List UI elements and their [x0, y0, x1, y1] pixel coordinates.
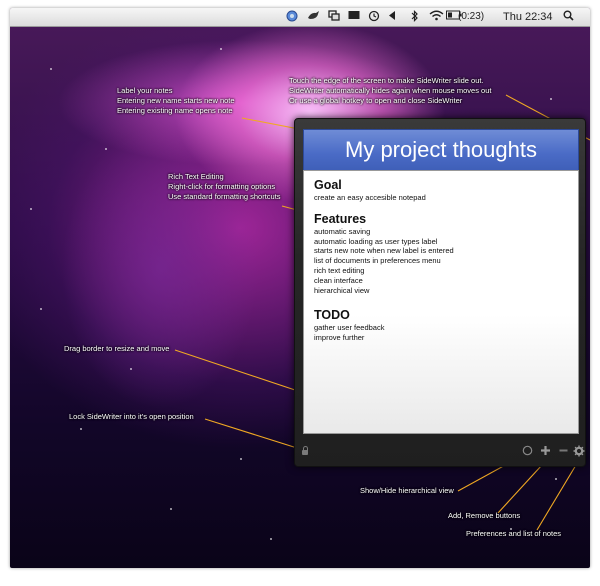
richtext-annotation-line-3: Use standard formatting shortcuts [168, 192, 281, 201]
desktop: (0:23) Thu 22:34 Label your notes Enteri… [10, 8, 590, 568]
hier-annotation: Show/Hide hierarchical view [360, 486, 454, 495]
todo-line: improve further [314, 333, 365, 343]
lock-annotation: Lock SideWriter into it's open position [69, 412, 194, 421]
feature-line: automatic loading as user types label [314, 236, 438, 246]
prefs-annotation: Preferences and list of notes [466, 529, 562, 538]
app-icon[interactable] [286, 10, 298, 24]
prefs-annotation-line [536, 464, 577, 531]
gear-icon[interactable] [573, 445, 585, 457]
drag-annotation: Drag border to resize and move [64, 344, 170, 353]
label-annotation-line-1: Label your notes [117, 86, 173, 95]
section-heading-todo: TODO [314, 308, 350, 323]
add-note-icon[interactable] [539, 445, 551, 457]
sidewriter-window[interactable]: My project thoughts Goal create an easy … [294, 118, 586, 467]
feature-line: rich text editing [314, 265, 365, 275]
feature-line: automatic saving [314, 226, 371, 236]
note-content[interactable]: Goal create an easy accesible notepad Fe… [314, 175, 572, 343]
remove-note-icon[interactable] [557, 445, 569, 457]
richtext-annotation: Rich Text Editing Right-click for format… [168, 172, 281, 202]
menu-clock[interactable]: Thu 22:34 [503, 10, 553, 24]
screens-icon[interactable] [328, 10, 340, 24]
time-machine-icon[interactable] [368, 10, 380, 24]
richtext-annotation-line-1: Rich Text Editing [168, 172, 224, 181]
section-heading-features: Features [314, 211, 367, 226]
lock-icon[interactable] [302, 446, 308, 455]
battery-time: (0:23) [458, 11, 485, 22]
label-annotation-line-2: Entering new name starts new note [117, 96, 235, 105]
label-annotation-line-3: Entering existing name opens note [117, 106, 233, 115]
addremove-annotation-line [497, 464, 543, 514]
label-annotation: Label your notes Entering new name start… [117, 86, 235, 116]
feature-line: list of documents in preferences menu [314, 256, 441, 266]
slide-annotation-line-1: Touch the edge of the screen to make Sid… [289, 76, 484, 85]
lock-annotation-line [204, 418, 298, 449]
feature-line: hierarchical view [314, 285, 370, 295]
note-label-field[interactable]: My project thoughts [303, 129, 579, 171]
feature-line: starts new note when new label is entere… [314, 246, 454, 256]
section-heading-goal: Goal [314, 178, 342, 192]
slide-annotation-line-2: SideWriter automatically hides again whe… [289, 86, 492, 95]
folder-icon[interactable] [348, 10, 360, 24]
spotlight-icon[interactable] [562, 10, 574, 24]
bird-icon[interactable] [306, 10, 320, 24]
play-back-icon[interactable] [388, 10, 396, 24]
sidewriter-toolbar [295, 437, 585, 465]
wifi-icon[interactable] [428, 10, 444, 24]
note-editor[interactable]: Goal create an easy accesible notepad Fe… [303, 170, 579, 434]
slide-annotation-line-3: Or use a global hotkey to open and close… [289, 96, 463, 105]
richtext-annotation-line-2: Right-click for formatting options [168, 182, 276, 191]
goal-line: create an easy accesible notepad [314, 193, 426, 202]
todo-line: gather user feedback [314, 323, 385, 333]
menu-bar: (0:23) Thu 22:34 [10, 8, 590, 27]
hierarchy-toggle-icon[interactable] [521, 445, 533, 457]
feature-line: clean interface [314, 275, 363, 285]
addremove-annotation: Add, Remove buttons [448, 511, 521, 520]
bluetooth-icon[interactable] [410, 10, 420, 24]
drag-annotation-line [174, 349, 296, 391]
slide-annotation: Touch the edge of the screen to make Sid… [289, 76, 491, 106]
